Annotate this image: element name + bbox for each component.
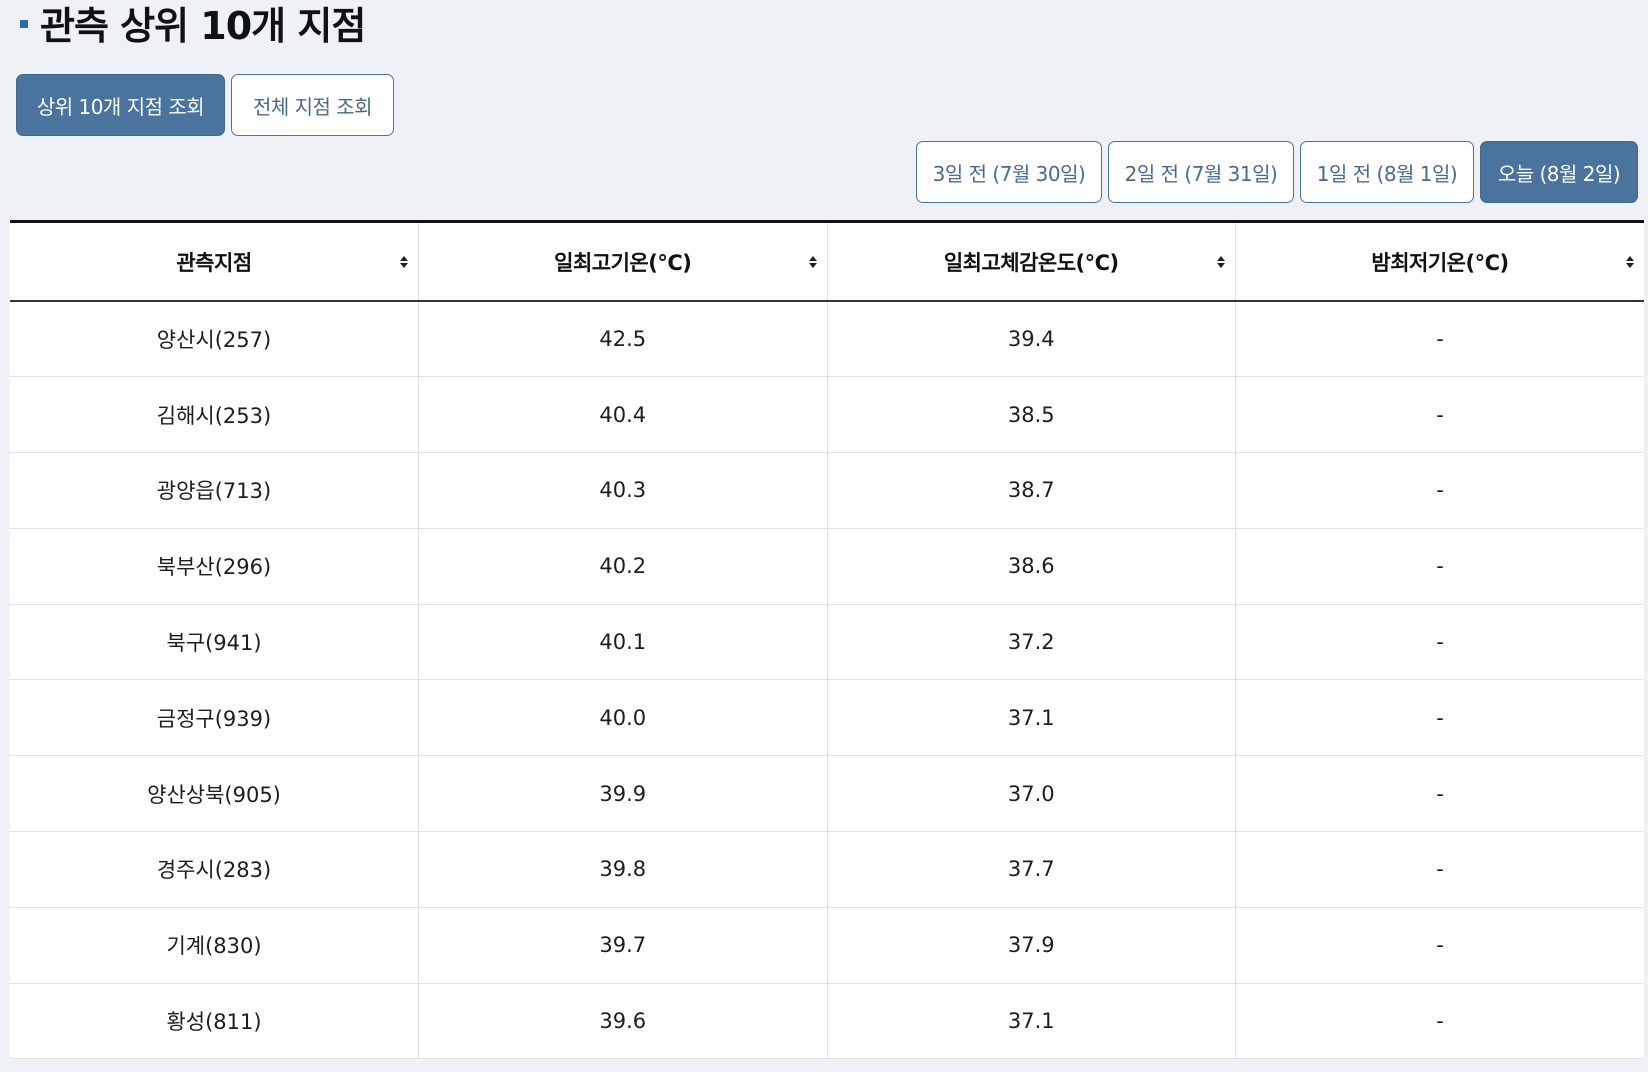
sort-icon[interactable] [1626,255,1634,268]
cell-station: 양산시(257) [10,301,419,378]
table-row: 광양읍(713) 40.3 38.7 - [10,452,1644,529]
table-row: 양산상북(905) 39.9 37.0 - [10,755,1644,833]
title-row: 관측 상위 10개 지점 [20,0,366,48]
cell-station: 경주시(283) [10,831,419,908]
cell-night-min-temp: - [1235,983,1644,1060]
cell-night-min-temp: - [1235,679,1644,757]
cell-night-min-temp: - [1235,376,1644,454]
title-bullet-icon [20,20,28,28]
tab-3-days-ago[interactable]: 3일 전 (7월 30일) [916,141,1102,203]
cell-max-feels-like: 37.2 [827,604,1236,681]
cell-max-feels-like: 37.1 [827,679,1236,757]
cell-night-min-temp: - [1235,907,1644,984]
column-header-station[interactable]: 관측지점 [10,223,419,302]
table-row: 북구(941) 40.1 37.2 - [10,604,1644,681]
cell-night-min-temp: - [1235,528,1644,605]
table-row: 김해시(253) 40.4 38.5 - [10,376,1644,454]
cell-station: 북부산(296) [10,528,419,605]
cell-max-feels-like: 39.4 [827,301,1236,378]
view-tabs: 상위 10개 지점 조회 전체 지점 조회 [16,74,394,136]
tab-top10-stations[interactable]: 상위 10개 지점 조회 [16,74,225,136]
cell-max-temp: 40.4 [418,376,828,454]
cell-night-min-temp: - [1235,452,1644,529]
column-header-label: 일최고체감온도(°C) [943,250,1119,275]
tab-2-days-ago[interactable]: 2일 전 (7월 31일) [1108,141,1294,203]
cell-max-feels-like: 38.5 [827,376,1236,454]
sort-icon[interactable] [400,255,408,268]
cell-max-temp: 40.2 [418,528,828,605]
sort-icon[interactable] [1217,255,1225,268]
cell-max-feels-like: 37.0 [827,755,1236,833]
table-row: 경주시(283) 39.8 37.7 - [10,831,1644,908]
cell-station: 양산상북(905) [10,755,419,833]
cell-station: 금정구(939) [10,679,419,757]
column-header-max-temp[interactable]: 일최고기온(°C) [418,223,828,302]
tab-all-stations[interactable]: 전체 지점 조회 [231,74,394,136]
day-tabs: 3일 전 (7월 30일) 2일 전 (7월 31일) 1일 전 (8월 1일)… [916,141,1638,203]
column-header-label: 일최고기온(°C) [554,250,692,275]
ranking-table-container: 관측지점 일최고기온(°C) 일최고체감온도(°C) 밤최저기온(°C) 양산시… [10,220,1644,1060]
cell-max-feels-like: 38.6 [827,528,1236,605]
cell-max-temp: 39.6 [418,983,828,1060]
cell-night-min-temp: - [1235,604,1644,681]
cell-max-temp: 42.5 [418,301,828,378]
table-header-row: 관측지점 일최고기온(°C) 일최고체감온도(°C) 밤최저기온(°C) [10,223,1644,302]
cell-max-feels-like: 37.1 [827,983,1236,1060]
cell-max-feels-like: 38.7 [827,452,1236,529]
column-header-max-feels-like[interactable]: 일최고체감온도(°C) [827,223,1236,302]
cell-max-feels-like: 37.9 [827,907,1236,984]
page: 관측 상위 10개 지점 상위 10개 지점 조회 전체 지점 조회 3일 전 … [0,0,1648,1072]
cell-night-min-temp: - [1235,755,1644,833]
table-row: 기계(830) 39.7 37.9 - [10,907,1644,984]
cell-station: 김해시(253) [10,376,419,454]
cell-max-temp: 39.8 [418,831,828,908]
ranking-table: 관측지점 일최고기온(°C) 일최고체감온도(°C) 밤최저기온(°C) 양산시… [10,223,1644,1060]
table-body: 양산시(257) 42.5 39.4 - 김해시(253) 40.4 38.5 … [10,301,1644,1060]
column-header-label: 관측지점 [176,250,252,275]
cell-max-temp: 40.1 [418,604,828,681]
cell-night-min-temp: - [1235,301,1644,378]
cell-max-temp: 39.7 [418,907,828,984]
cell-max-temp: 40.3 [418,452,828,529]
cell-station: 광양읍(713) [10,452,419,529]
tab-1-day-ago[interactable]: 1일 전 (8월 1일) [1300,141,1474,203]
cell-station: 북구(941) [10,604,419,681]
table-row: 금정구(939) 40.0 37.1 - [10,679,1644,757]
sort-icon[interactable] [808,255,817,268]
cell-station: 황성(811) [10,983,419,1060]
cell-max-temp: 39.9 [418,755,828,833]
table-row: 북부산(296) 40.2 38.6 - [10,528,1644,605]
tab-today[interactable]: 오늘 (8월 2일) [1480,141,1638,203]
cell-max-temp: 40.0 [418,679,828,757]
column-header-label: 밤최저기온(°C) [1371,250,1509,275]
table-row: 황성(811) 39.6 37.1 - [10,983,1644,1060]
column-header-night-min-temp[interactable]: 밤최저기온(°C) [1235,223,1644,302]
cell-station: 기계(830) [10,907,419,984]
table-row: 양산시(257) 42.5 39.4 - [10,301,1644,378]
cell-night-min-temp: - [1235,831,1644,908]
cell-max-feels-like: 37.7 [827,831,1236,908]
page-title: 관측 상위 10개 지점 [40,3,366,48]
